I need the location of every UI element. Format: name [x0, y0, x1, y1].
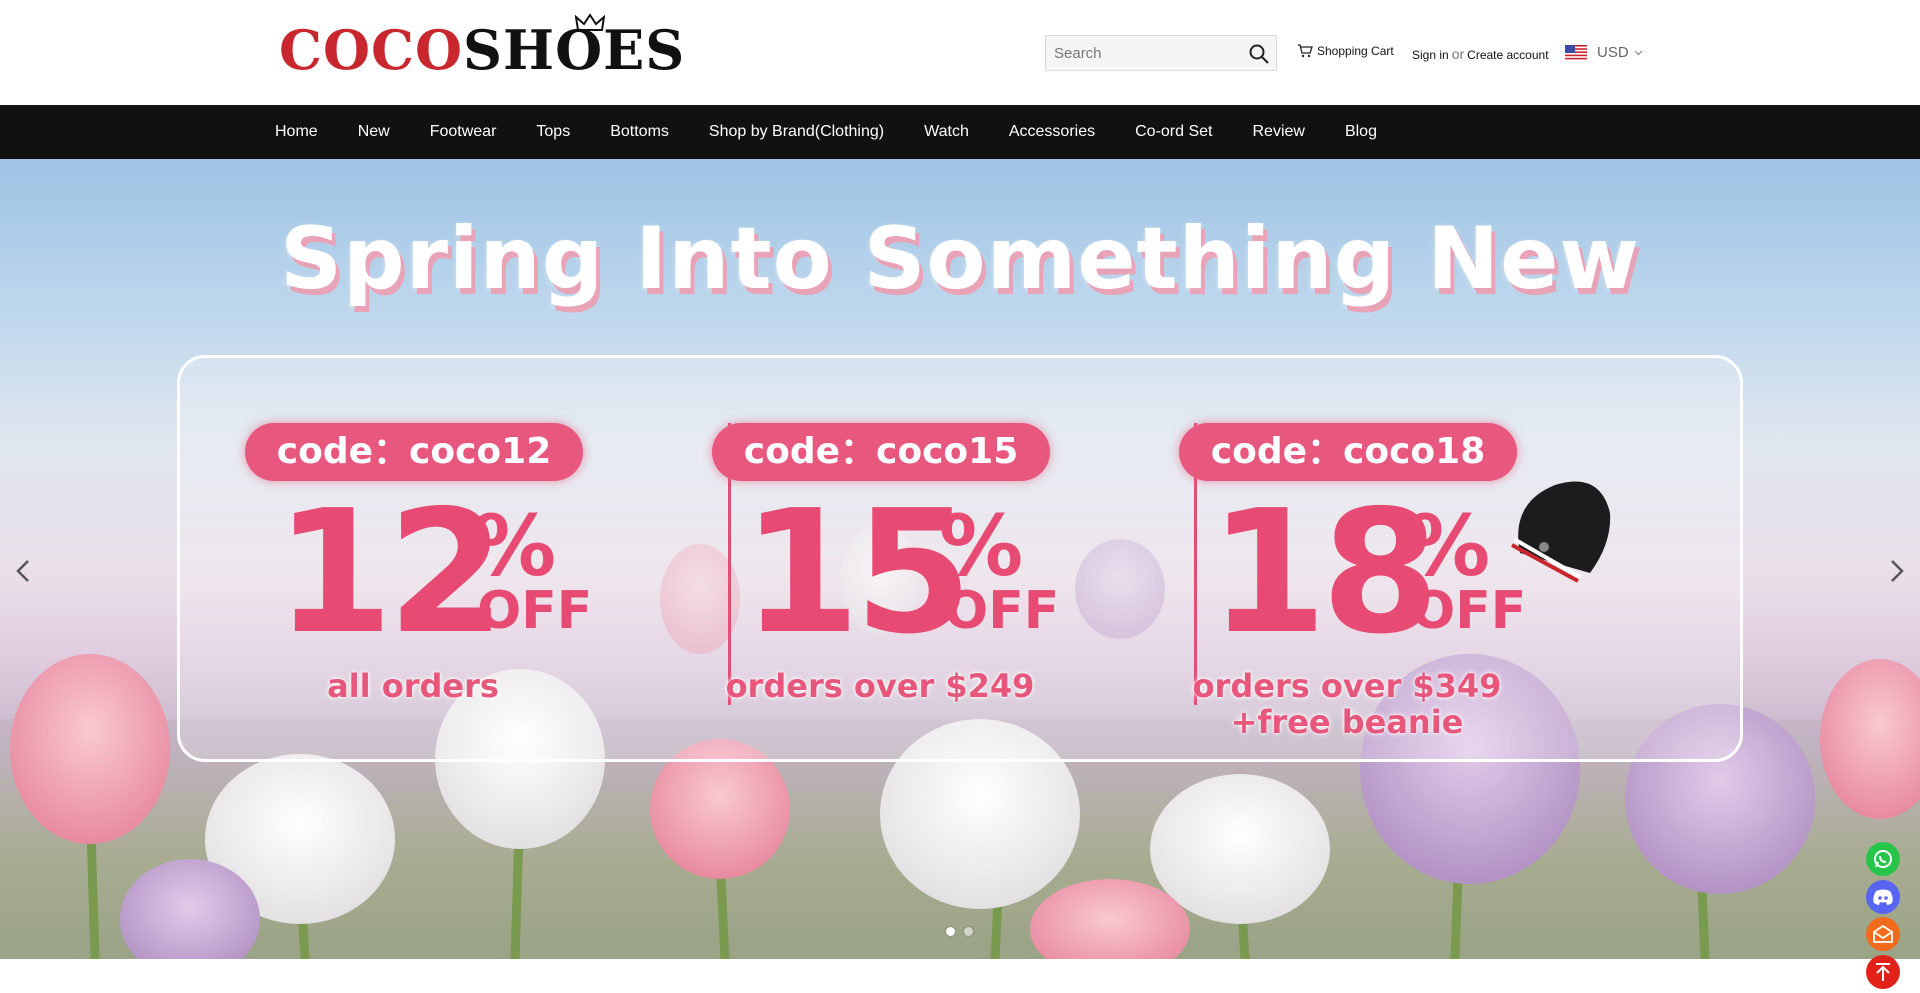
back-to-top-button[interactable]	[1866, 955, 1900, 989]
carousel-dot-2[interactable]	[964, 927, 973, 936]
cart-icon	[1298, 44, 1313, 58]
logo-wordmark: COCOSHOES	[279, 23, 685, 77]
carousel-dot-1[interactable]	[946, 927, 955, 936]
hero-title: Spring Into Something New	[280, 209, 1640, 309]
discount-condition: orders over $349 +free beanie	[1192, 667, 1502, 741]
nav-item-new[interactable]: New	[358, 123, 390, 141]
whatsapp-button[interactable]	[1866, 842, 1900, 876]
or-text: or	[1451, 46, 1465, 62]
us-flag-icon	[1565, 45, 1587, 60]
discount-number: 18	[1209, 474, 1440, 672]
discount-percent: %	[939, 497, 1024, 595]
nav-item-review[interactable]: Review	[1252, 123, 1304, 141]
discord-icon	[1873, 889, 1893, 905]
currency-selector[interactable]: USD	[1565, 44, 1643, 61]
discount-block: 15 % OFF	[647, 474, 1113, 672]
discount-block: 12 % OFF	[180, 474, 646, 672]
crown-icon	[575, 13, 605, 31]
currency-label: USD	[1597, 44, 1629, 61]
nav-item-footwear[interactable]: Footwear	[430, 123, 497, 141]
whatsapp-icon	[1874, 850, 1892, 868]
discount-percent: %	[1406, 497, 1491, 595]
nav-item-watch[interactable]: Watch	[924, 123, 969, 141]
promo-code-pill: code：coco12	[245, 423, 583, 481]
nav-item-home[interactable]: Home	[275, 123, 318, 141]
nav-item-accessories[interactable]: Accessories	[1009, 123, 1095, 141]
main-nav: Home New Footwear Tops Bottoms Shop by B…	[0, 105, 1920, 159]
create-account-link[interactable]: Create account	[1467, 48, 1548, 62]
nav-item-co-ord-set[interactable]: Co-ord Set	[1135, 123, 1212, 141]
chevron-down-icon	[1634, 50, 1643, 55]
discount-number: 12	[275, 474, 506, 672]
search-box	[1045, 35, 1277, 71]
mail-icon	[1873, 924, 1893, 943]
nav-item-shop-by-brand[interactable]: Shop by Brand(Clothing)	[709, 123, 884, 141]
shopping-cart-link[interactable]: Shopping Cart	[1297, 44, 1394, 58]
logo-coco: COCO	[279, 18, 464, 82]
nav-item-bottoms[interactable]: Bottoms	[610, 123, 669, 141]
promo-card: code：coco15 15 % OFF orders over $249	[647, 358, 1113, 758]
discord-button[interactable]	[1866, 880, 1900, 914]
sign-in-link[interactable]: Sign in	[1412, 48, 1449, 62]
discount-number: 15	[742, 474, 973, 672]
discount-off: OFF	[944, 581, 1060, 641]
discount-off: OFF	[1411, 581, 1527, 641]
search-input[interactable]	[1046, 36, 1236, 70]
account-links: Sign in or Create account	[1412, 46, 1549, 62]
email-button[interactable]	[1866, 917, 1900, 951]
hero-banner[interactable]: Spring Into Something New code：coco12 12…	[0, 159, 1920, 959]
cart-label: Shopping Cart	[1317, 44, 1394, 58]
discount-percent: %	[472, 497, 557, 595]
arrow-up-icon	[1876, 963, 1890, 981]
site-header: COCOSHOES Shopping Cart Sign inorCreate …	[0, 0, 1920, 105]
beanie-image	[1511, 481, 1611, 583]
promo-code-pill: code：coco15	[712, 423, 1050, 481]
discount-off: OFF	[477, 581, 593, 641]
search-icon[interactable]	[1248, 43, 1270, 65]
carousel-next-chevron-right-icon[interactable]	[1882, 545, 1912, 595]
carousel-dots	[946, 927, 982, 936]
nav-item-blog[interactable]: Blog	[1345, 123, 1377, 141]
discount-condition: all orders	[327, 667, 499, 705]
promo-card: code：coco12 12 % OFF all orders	[180, 358, 646, 758]
nav-item-tops[interactable]: Tops	[536, 123, 570, 141]
carousel-prev-chevron-left-icon[interactable]	[8, 545, 38, 595]
discount-condition: orders over $249	[725, 667, 1035, 705]
promo-code-pill: code：coco18	[1179, 423, 1517, 481]
